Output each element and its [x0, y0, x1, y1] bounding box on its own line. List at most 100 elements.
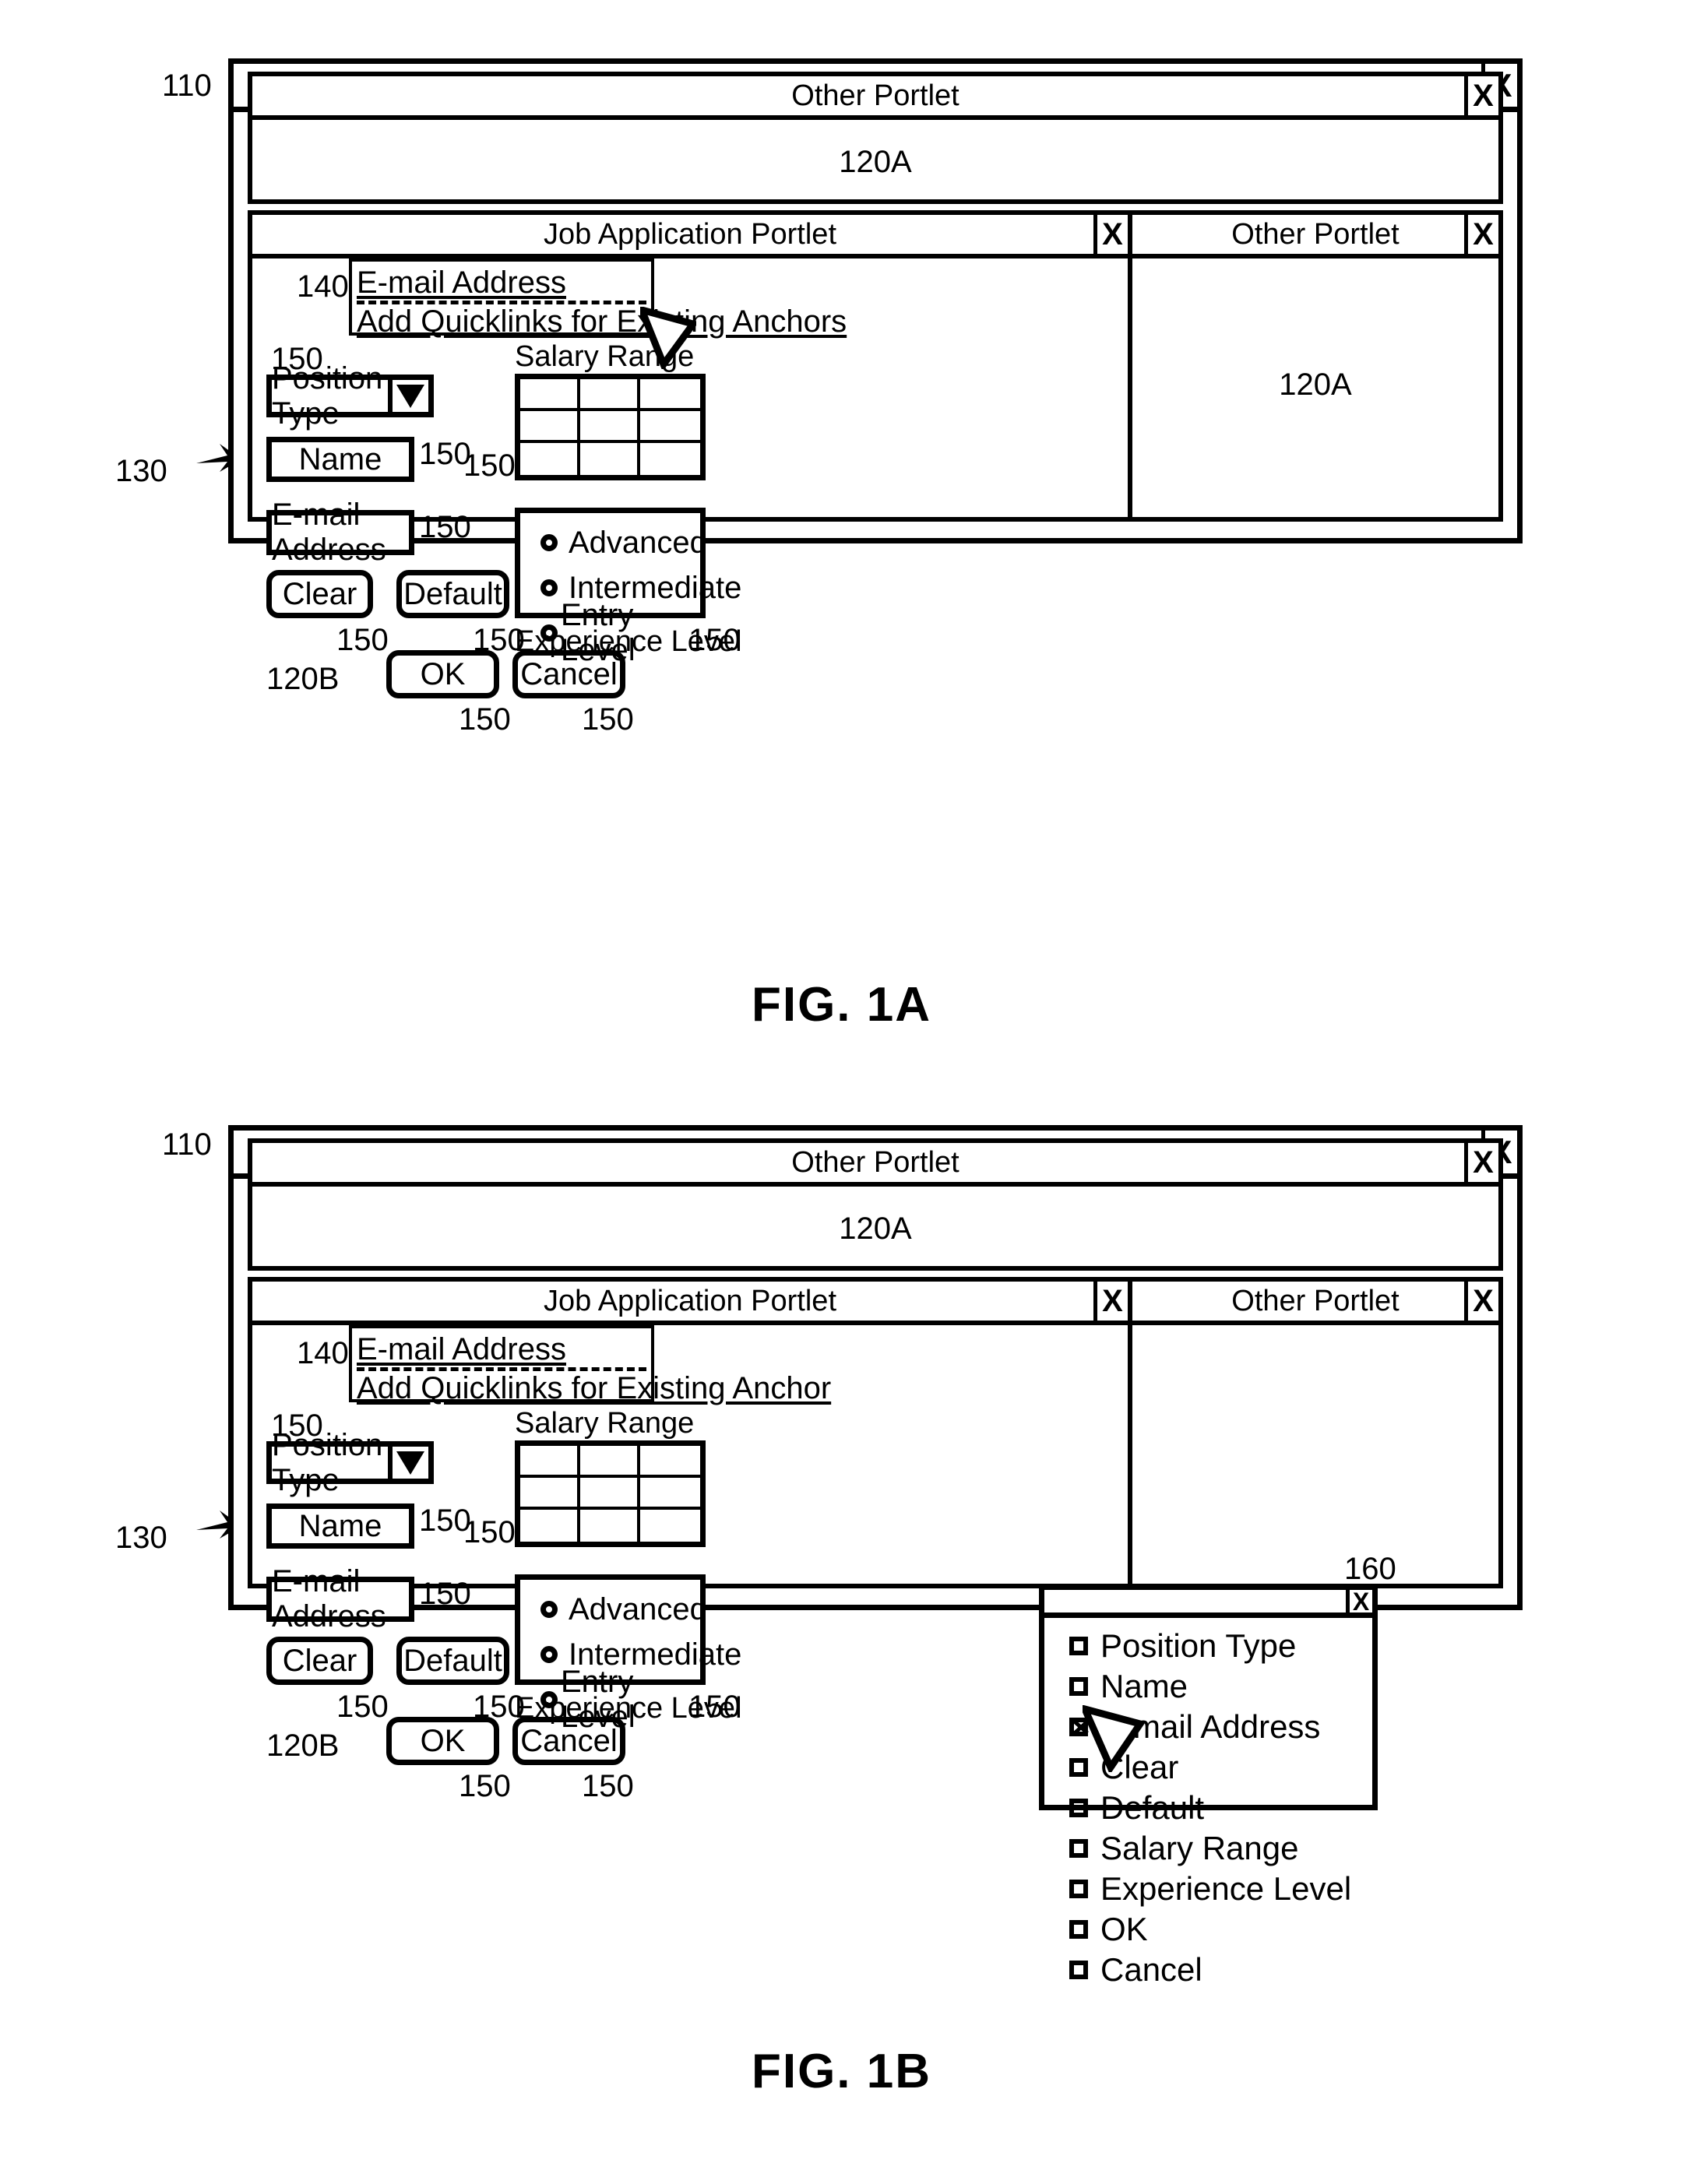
email-field-label: E-mail Address [272, 1564, 386, 1634]
checkbox-icon[interactable] [1069, 1880, 1088, 1898]
popup-item-position-type[interactable]: Position Type [1069, 1626, 1372, 1666]
table-cell[interactable] [520, 1446, 580, 1478]
quicklinks-box-fig1b[interactable]: E-mail Address Add Quicklinks for Existi… [349, 1325, 831, 1405]
table-cell[interactable] [580, 379, 640, 411]
right-other-portlet-fig1a[interactable]: Other Portlet X 120A [1128, 210, 1503, 522]
popup-item-name[interactable]: Name [1069, 1666, 1372, 1707]
ref-150-email-fig1b: 150 [419, 1577, 471, 1611]
table-cell[interactable] [520, 443, 580, 475]
ref-160-fig1b: 160 [1344, 1552, 1396, 1586]
radio-icon [540, 1646, 558, 1663]
quicklink-item-add-quicklinks[interactable]: Add Quicklinks for Existing Anchors [357, 304, 847, 339]
table-cell[interactable] [580, 1478, 640, 1510]
content-browser-window-fig1a[interactable]: Content Browser [Example Portal] X Other… [228, 58, 1523, 735]
clear-button-fig1a[interactable]: Clear [266, 570, 373, 618]
radio-option-advanced[interactable]: Advanced [540, 1591, 707, 1628]
email-field-label: E-mail Address [272, 498, 386, 567]
popup-item-cancel[interactable]: Cancel [1069, 1950, 1372, 1990]
table-cell[interactable] [640, 1446, 700, 1478]
right-other-portlet-body [1132, 1325, 1498, 1584]
top-other-portlet-title: Other Portlet [791, 1145, 959, 1179]
experience-level-group-fig1a[interactable]: Advanced Intermediate Entry-Level [515, 508, 741, 667]
email-field-fig1b[interactable]: E-mail Address [266, 1564, 414, 1634]
job-application-portlet-titlebar: Job Application Portlet X [252, 1282, 1128, 1325]
anchor-selection-popup-fig1b[interactable]: X Position Type Name E-mail Address Clea… [1039, 1584, 1378, 1988]
table-cell[interactable] [640, 1510, 700, 1542]
close-icon[interactable]: X [1093, 1282, 1128, 1321]
table-cell[interactable] [520, 1478, 580, 1510]
job-application-portlet-fig1b[interactable]: Job Application Portlet X 140 E-mail Add… [248, 1277, 1132, 1802]
name-field-fig1a[interactable]: Name [266, 437, 414, 482]
position-type-dropdown-fig1b[interactable]: Position Type [266, 1427, 434, 1497]
close-icon[interactable]: X [1464, 1143, 1498, 1182]
position-type-label: Position Type [272, 1427, 383, 1497]
ok-button-fig1a[interactable]: OK [386, 650, 499, 698]
ref-150-cancel-fig1a: 150 [582, 702, 634, 737]
chevron-down-icon[interactable] [388, 380, 428, 412]
checkbox-icon[interactable] [1069, 1961, 1088, 1979]
table-cell[interactable] [640, 411, 700, 443]
popup-item-experience-level[interactable]: Experience Level [1069, 1869, 1372, 1909]
portlet-content-ref-120a: 120A [839, 1212, 912, 1246]
ref-150-ok-fig1a: 150 [459, 702, 511, 737]
ref-150-ok-fig1b: 150 [459, 1769, 511, 1803]
figure-caption-1b: FIG. 1B [751, 2045, 932, 2098]
default-button-fig1b[interactable]: Default [396, 1637, 509, 1685]
top-other-portlet-body: 120A [252, 120, 1498, 199]
default-button-label: Default [403, 576, 502, 611]
right-other-portlet-titlebar: Other Portlet X [1132, 215, 1498, 258]
quicklink-item-add-quicklinks[interactable]: Add Quicklinks for Existing Anchor [357, 1371, 831, 1406]
table-cell[interactable] [520, 1510, 580, 1542]
table-cell[interactable] [580, 443, 640, 475]
name-field-label: Name [298, 1508, 382, 1543]
quicklink-item-email[interactable]: E-mail Address [357, 266, 566, 301]
ref-150-experience-fig1b: 150 [688, 1690, 741, 1724]
popup-item-ok[interactable]: OK [1069, 1909, 1372, 1950]
ok-button-fig1b[interactable]: OK [386, 1717, 499, 1765]
position-type-dropdown-fig1a[interactable]: Position Type [266, 361, 434, 431]
chevron-down-icon[interactable] [388, 1447, 428, 1479]
ok-button-label: OK [420, 1723, 466, 1758]
portlet-content-ref-120a: 120A [839, 145, 912, 179]
close-icon[interactable]: X [1346, 1589, 1372, 1614]
salary-range-table-fig1a[interactable] [515, 374, 706, 480]
right-other-portlet-title: Other Portlet [1231, 1284, 1400, 1317]
popup-item-default[interactable]: Default [1069, 1788, 1372, 1828]
experience-level-group-fig1b[interactable]: Advanced Intermediate Entry-Level [515, 1574, 741, 1734]
top-other-portlet-title: Other Portlet [791, 79, 959, 112]
top-other-portlet-fig1a[interactable]: Other Portlet X 120A [248, 72, 1503, 204]
default-button-label: Default [403, 1643, 502, 1678]
checkbox-icon[interactable] [1069, 1677, 1088, 1696]
table-cell[interactable] [580, 411, 640, 443]
checkbox-icon[interactable] [1069, 1920, 1088, 1939]
close-icon[interactable]: X [1464, 1282, 1498, 1321]
name-field-fig1b[interactable]: Name [266, 1503, 414, 1549]
right-other-portlet-fig1b[interactable]: Other Portlet X [1128, 1277, 1503, 1588]
email-field-fig1a[interactable]: E-mail Address [266, 498, 414, 567]
quicklinks-box-fig1a[interactable]: E-mail Address Add Quicklinks for Existi… [349, 258, 847, 339]
radio-option-advanced[interactable]: Advanced [540, 524, 707, 561]
default-button-fig1a[interactable]: Default [396, 570, 509, 618]
table-cell[interactable] [520, 379, 580, 411]
table-cell[interactable] [580, 1446, 640, 1478]
salary-range-table-fig1b[interactable] [515, 1440, 706, 1547]
content-browser-window-fig1b[interactable]: Content Browser [Example Portal] X Other… [228, 1125, 1523, 1802]
table-cell[interactable] [520, 411, 580, 443]
job-application-portlet-titlebar: Job Application Portlet X [252, 215, 1128, 258]
top-other-portlet-fig1b[interactable]: Other Portlet X 120A [248, 1138, 1503, 1271]
checkbox-icon[interactable] [1069, 1799, 1088, 1817]
checkbox-icon[interactable] [1069, 1637, 1088, 1655]
close-icon[interactable]: X [1093, 215, 1128, 254]
table-cell[interactable] [640, 1478, 700, 1510]
clear-button-fig1b[interactable]: Clear [266, 1637, 373, 1685]
close-icon[interactable]: X [1464, 76, 1498, 115]
close-icon[interactable]: X [1464, 215, 1498, 254]
table-cell[interactable] [640, 379, 700, 411]
job-application-portlet-fig1a[interactable]: Job Application Portlet X 140 E-mail Add… [248, 210, 1132, 735]
popup-item-salary-range[interactable]: Salary Range [1069, 1828, 1372, 1869]
quicklink-item-email[interactable]: E-mail Address [357, 1332, 566, 1367]
ref-120b-fig1b: 120B [266, 1729, 340, 1763]
table-cell[interactable] [640, 443, 700, 475]
checkbox-icon[interactable] [1069, 1839, 1088, 1858]
table-cell[interactable] [580, 1510, 640, 1542]
